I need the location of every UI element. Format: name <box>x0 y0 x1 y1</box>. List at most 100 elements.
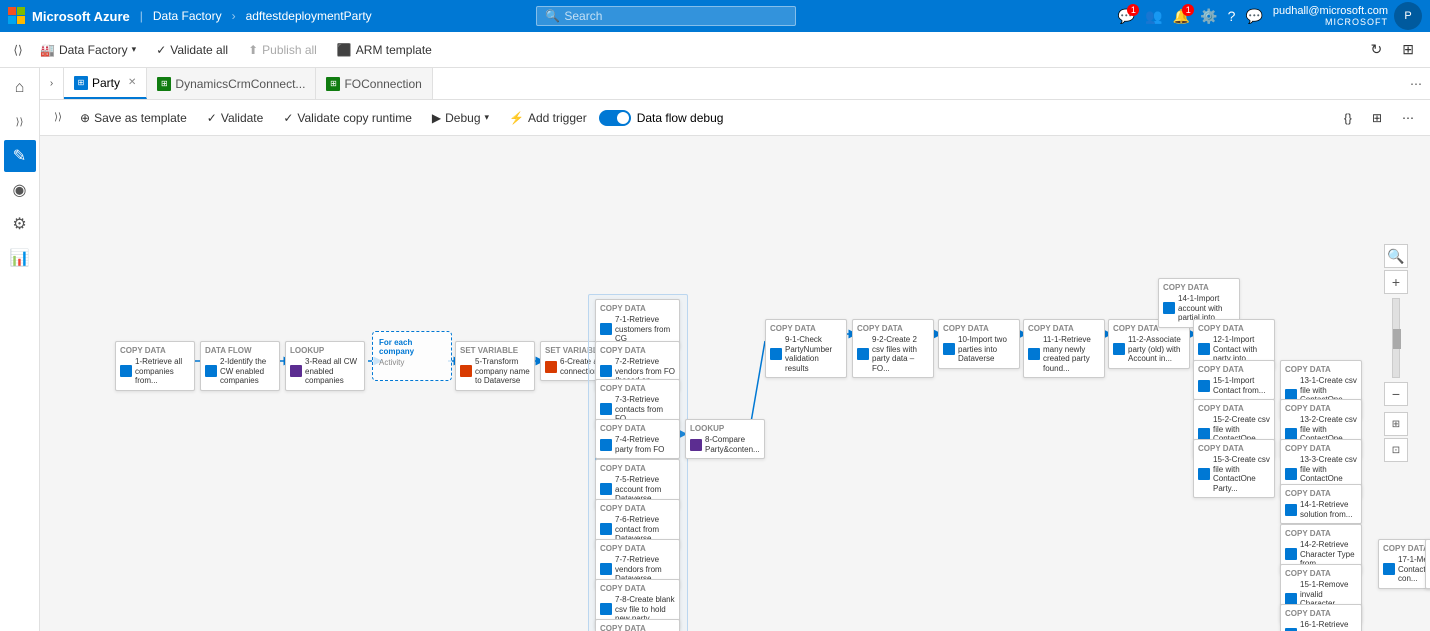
node-141[interactable]: Copy data 14-1-Retrieve solution from... <box>1280 484 1362 524</box>
node-10-body: 10-Import two parties into Dataverse <box>943 335 1015 364</box>
tab-party[interactable]: ⊞ Party ✕ <box>64 68 147 99</box>
node-74[interactable]: Copy data 7-4-Retrieve party from FO <box>595 419 680 459</box>
party-tab-icon: ⊞ <box>74 76 88 90</box>
validate-copy-btn[interactable]: ✓ Validate copy runtime <box>275 107 420 129</box>
refresh-btn[interactable]: ↻ <box>1363 37 1391 62</box>
node-10[interactable]: Copy data 10-Import two parties into Dat… <box>938 319 1020 369</box>
node-73-header: Copy data <box>600 384 675 393</box>
node-78-icon <box>600 603 612 615</box>
zoom-grid-btn[interactable]: ⊡ <box>1384 438 1408 462</box>
node-111[interactable]: Copy data 11-1-Retrieve many newly creat… <box>1023 319 1105 378</box>
layout-btn[interactable]: ⊞ <box>1394 37 1422 62</box>
node-181a[interactable]: Copy data 19-Import ContactParty into... <box>1425 539 1430 589</box>
pipeline-collapse-btn[interactable]: ⟩⟩ <box>48 108 68 128</box>
node-171a[interactable]: Copy data 17-1-Merge ContactParty con... <box>1378 539 1430 589</box>
data-factory-btn[interactable]: 🏭 Data Factory ▾ <box>32 39 144 61</box>
zoom-in-btn[interactable]: + <box>1384 270 1408 294</box>
node-5[interactable]: Set variable 5-Transform company name to… <box>455 341 535 391</box>
node-8-body: 8-Compare Party&conten... <box>690 435 760 454</box>
arm-template-btn[interactable]: ⬛ ARM template <box>329 39 440 61</box>
node-1[interactable]: Copy data 1-Retrieve all companies from.… <box>115 341 195 391</box>
zoom-out-btn[interactable]: − <box>1384 382 1408 406</box>
node-153a-icon <box>1198 468 1210 480</box>
node-79-header: Copy data <box>600 624 675 631</box>
sidebar-home-icon[interactable]: ⌂ <box>4 72 36 104</box>
node-74-text: 7-4-Retrieve party from FO <box>615 435 675 454</box>
for-each-container[interactable]: For each company Activity <box>372 331 452 381</box>
node-2-body: 2-Identify the CW enabled companies <box>205 357 275 386</box>
code-view-btn[interactable]: {} <box>1336 107 1360 129</box>
debug-btn[interactable]: ▶ Debug ▾ <box>424 107 497 129</box>
tab-fo[interactable]: ⊞ FOConnection <box>316 68 432 99</box>
node-112-body: 11-2-Associate party (old) with Account … <box>1113 335 1185 364</box>
node-153a[interactable]: Copy data 15-3-Create csv file with Cont… <box>1193 439 1275 498</box>
node-79[interactable]: Copy data 7-9-Retrieve language and Part… <box>595 619 680 631</box>
tabs-collapse-btn[interactable]: › <box>40 68 64 99</box>
node-77-header: Copy data <box>600 544 675 553</box>
zoom-search-btn[interactable]: 🔍 <box>1384 244 1408 268</box>
save-as-template-btn[interactable]: ⊕ Save as template <box>72 107 195 129</box>
brand-logo[interactable]: Microsoft Azure <box>8 7 130 25</box>
params-btn[interactable]: ⊞ <box>1364 107 1390 129</box>
validate-all-btn[interactable]: ✓ Validate all <box>148 39 236 61</box>
people-icon[interactable]: 👥 <box>1145 8 1162 25</box>
node-111-header: Copy data <box>1028 324 1100 333</box>
node-151a[interactable]: Copy data 15-1-Import Contact from... <box>1193 360 1275 400</box>
sidebar-monitor-icon[interactable]: ◉ <box>4 174 36 206</box>
notifications-icon[interactable]: 💬1 <box>1118 8 1135 25</box>
tabs-bar: › ⊞ Party ✕ ⊞ DynamicsCrmConnect... ⊞ FO… <box>40 68 1430 100</box>
add-trigger-btn[interactable]: ⚡ Add trigger <box>501 107 595 129</box>
node-141-icon <box>1285 504 1297 516</box>
party-tab-close[interactable]: ✕ <box>128 77 136 88</box>
node-8[interactable]: Lookup 8-Compare Party&conten... <box>685 419 765 459</box>
help-icon[interactable]: ? <box>1228 8 1236 24</box>
toggle-switch-btn[interactable] <box>599 110 631 126</box>
node-151a-body: 15-1-Import Contact from... <box>1198 376 1270 395</box>
search-input[interactable] <box>564 9 787 23</box>
zoom-track[interactable] <box>1392 298 1400 378</box>
user-avatar[interactable]: P <box>1394 2 1422 30</box>
content-area: › ⊞ Party ✕ ⊞ DynamicsCrmConnect... ⊞ FO… <box>40 68 1430 631</box>
node-91[interactable]: Copy data 9-1-Check PartyNumber validati… <box>765 319 847 378</box>
search-box[interactable]: 🔍 <box>536 6 796 26</box>
debug-chevron-icon: ▾ <box>485 112 490 123</box>
publish-all-btn[interactable]: ⬆ Publish all <box>240 39 325 61</box>
fo-tab-icon: ⊞ <box>326 77 340 91</box>
zoom-thumb[interactable] <box>1393 329 1401 349</box>
tab-dynamics[interactable]: ⊞ DynamicsCrmConnect... <box>147 68 316 99</box>
node-92[interactable]: Copy data 9-2-Create 2 csv files with pa… <box>852 319 934 378</box>
zoom-fit-btn[interactable]: ⊞ <box>1384 412 1408 436</box>
node-161-header: Copy data <box>1285 609 1357 618</box>
node-142-icon <box>1285 548 1297 560</box>
node-161[interactable]: Copy data 16-1-Retrieve Sales Contact Pe… <box>1280 604 1362 631</box>
sidebar-edit-icon[interactable]: ✎ <box>4 140 36 172</box>
alerts-icon[interactable]: 🔔1 <box>1173 8 1190 25</box>
sidebar-data-icon[interactable]: 📊 <box>4 242 36 274</box>
data-flow-toggle: Data flow debug <box>599 110 724 126</box>
debug-label: Debug <box>445 111 480 125</box>
data-factory-btn-label: Data Factory <box>59 43 128 57</box>
sidebar-toggle-icon[interactable]: ⟩⟩ <box>4 106 36 138</box>
collapse-btn[interactable]: ⟨⟩ <box>8 40 28 60</box>
node-1-text: 1-Retrieve all companies from... <box>135 357 190 386</box>
for-each-sub: Activity <box>379 358 445 367</box>
node-75-icon <box>600 483 612 495</box>
user-info[interactable]: pudhall@microsoft.com MICROSOFT P <box>1273 2 1422 30</box>
node-112-text: 11-2-Associate party (old) with Account … <box>1128 335 1185 364</box>
node-3[interactable]: Lookup 3-Read all CW enabled companies <box>285 341 365 391</box>
canvas-container[interactable]: Copy data 1-Retrieve all companies from.… <box>40 136 1430 631</box>
tabs-overflow-btn[interactable]: ⋯ <box>1402 68 1430 99</box>
dynamics-tab-label: DynamicsCrmConnect... <box>175 77 305 91</box>
party-tab-label: Party <box>92 76 120 90</box>
node-91-text: 9-1-Check PartyNumber validation results <box>785 335 842 373</box>
validate-btn[interactable]: ✓ Validate <box>199 107 272 129</box>
deployment-name[interactable]: adftestdeploymentParty <box>246 9 372 23</box>
data-factory-label[interactable]: Data Factory <box>153 9 222 23</box>
settings-icon[interactable]: ⚙️ <box>1200 8 1217 25</box>
node-171a-icon <box>1383 563 1395 575</box>
sidebar-manage-icon[interactable]: ⚙ <box>4 208 36 240</box>
arm-icon: ⬛ <box>337 43 352 57</box>
more-btn[interactable]: ⋯ <box>1394 107 1422 129</box>
node-2[interactable]: Data Flow 2-Identify the CW enabled comp… <box>200 341 280 391</box>
feedback-icon[interactable]: 💬 <box>1245 8 1262 25</box>
